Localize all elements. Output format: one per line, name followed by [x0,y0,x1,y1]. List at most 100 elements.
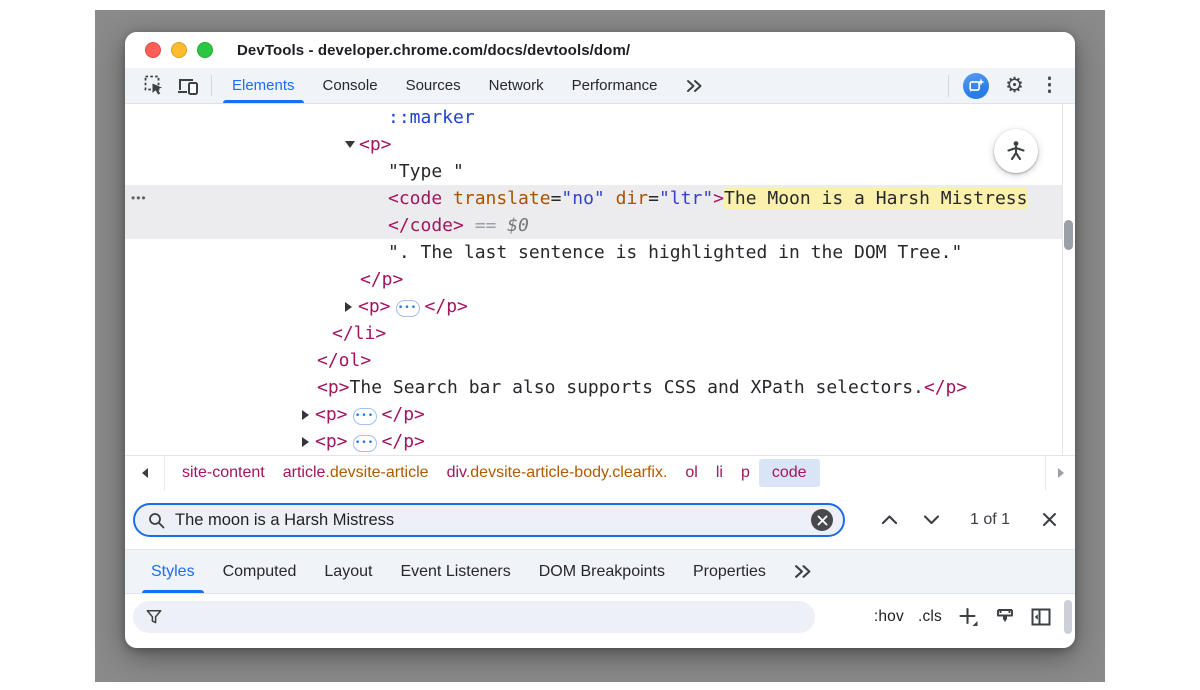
dom-token-val: "no" [561,188,604,209]
breadcrumb-item[interactable]: div.devsite-article-body.clearfix. [438,459,677,487]
styles-tab-event-listeners[interactable]: Event Listeners [386,550,524,593]
breadcrumb-scroll-left-icon[interactable] [125,456,165,490]
dom-token-tag: </p> [382,431,425,452]
panel-tabs: ElementsConsoleSourcesNetworkPerformance [218,68,672,103]
new-style-rule-icon[interactable] [958,607,979,628]
dom-token-pseudo: ::marker [388,107,475,128]
tab-network[interactable]: Network [475,68,558,103]
dom-token-text: "Type " [388,161,464,182]
device-toolbar-icon[interactable] [171,68,205,103]
breadcrumb-bar: site-contentarticle.devsite-articlediv.d… [125,455,1075,490]
styles-tab-layout[interactable]: Layout [310,550,386,593]
row-overflow-dots-icon[interactable]: ••• [131,185,147,212]
toggle-hover-state-button[interactable]: :hov [874,608,904,626]
dom-token-val: "ltr" [659,188,713,209]
search-input[interactable]: The moon is a Harsh Mistress [133,503,845,537]
dom-tree-row[interactable]: •••<code translate="no" dir="ltr">The Mo… [125,185,1062,212]
close-window-button[interactable] [145,42,161,58]
minimize-window-button[interactable] [171,42,187,58]
breadcrumb-cls: .devsite-article-body.clearfix. [466,464,668,481]
dom-tree-row[interactable]: "Type " [125,158,1075,185]
zoom-window-button[interactable] [197,42,213,58]
collapsed-content-ellipsis-icon[interactable]: ••• [353,408,377,425]
accessibility-person-icon[interactable] [994,129,1038,173]
breadcrumb-item[interactable]: code [759,459,820,487]
dom-token-tag: </code> [388,215,464,236]
dom-token-text: = [648,188,659,209]
rendering-brush-icon[interactable] [995,607,1015,628]
ai-assistant-icon[interactable] [963,73,989,99]
dom-tree-row[interactable]: </ol> [125,347,1075,374]
dom-token-tag: <p> [315,431,348,452]
scrollbar-thumb[interactable] [1064,220,1073,250]
tab-console[interactable]: Console [309,68,392,103]
close-icon[interactable] [1031,502,1067,538]
toggle-class-button[interactable]: .cls [918,608,942,626]
gear-icon[interactable]: ⚙ [1005,75,1024,96]
vertical-scrollbar[interactable] [1062,104,1075,455]
dom-tree-row[interactable]: <p>The Search bar also supports CSS and … [125,374,1075,401]
dom-tree-row[interactable]: </li> [125,320,1075,347]
breadcrumb-cls: .devsite-article [325,464,428,481]
styles-tab-styles[interactable]: Styles [137,550,209,593]
expand-arrow-right-icon[interactable] [302,437,309,447]
dom-tree-row[interactable]: <p> ••• </p> [125,428,1075,455]
toolbar-divider-right [948,75,949,97]
dom-token-tag: </p> [924,377,967,398]
breadcrumb-scroll-right-icon[interactable] [1045,456,1075,490]
collapsed-content-ellipsis-icon[interactable]: ••• [396,300,420,317]
dom-token-gray: == [464,215,507,236]
dom-token-hl: The Moon is a Harsh Mistress [724,188,1027,209]
next-match-icon[interactable] [913,502,949,538]
breadcrumb-item[interactable]: p [732,459,759,487]
tab-sources[interactable]: Sources [392,68,475,103]
dom-tree-row[interactable]: <p>•••</p> [125,293,1075,320]
dom-tree-row[interactable]: </p> [125,266,1075,293]
breadcrumb-item[interactable]: li [707,459,732,487]
breadcrumb-item[interactable]: ol [676,459,706,487]
collapsed-content-ellipsis-icon[interactable]: ••• [353,435,377,452]
breadcrumb-tag: site-content [182,464,265,481]
main-toolbar: ElementsConsoleSourcesNetworkPerformance… [125,68,1075,104]
dom-token-attr: dir [616,188,649,209]
more-tabs-icon[interactable] [672,68,717,103]
dom-token-text: The Search bar also supports CSS and XPa… [350,377,924,398]
styles-tabs: StylesComputedLayoutEvent ListenersDOM B… [137,550,780,593]
styles-tab-computed[interactable]: Computed [209,550,311,593]
more-styles-tabs-icon[interactable] [780,550,826,593]
expand-arrow-right-icon[interactable] [345,302,352,312]
match-count: 1 of 1 [955,511,1025,529]
toggle-sidebar-icon[interactable] [1031,608,1051,627]
dom-token-tag: </p> [382,404,425,425]
clear-icon[interactable] [811,509,833,531]
search-input-value[interactable]: The moon is a Harsh Mistress [175,511,811,530]
dom-tree-row[interactable]: </code> == $0 [125,212,1062,239]
title-bar: DevTools - developer.chrome.com/docs/dev… [125,32,1075,68]
inspect-icon[interactable] [137,68,171,103]
dom-token-tag: > [713,188,724,209]
expand-arrow-right-icon[interactable] [302,410,309,420]
dom-token-text [605,188,616,209]
expand-arrow-down-icon[interactable] [345,141,355,148]
devtools-window: DevTools - developer.chrome.com/docs/dev… [125,32,1075,648]
dom-token-tag: <p> [315,404,348,425]
dom-tree-row[interactable]: <p> ••• </p> [125,401,1075,428]
breadcrumb-item[interactable]: article.devsite-article [274,459,438,487]
kebab-menu-icon[interactable]: ⋮ [1040,74,1059,97]
styles-scrollbar-thumb[interactable] [1064,600,1072,634]
breadcrumb-item[interactable]: site-content [173,459,274,487]
styles-tab-dom-breakpoints[interactable]: DOM Breakpoints [525,550,679,593]
dom-tree-row[interactable]: ::marker [125,104,1075,131]
previous-match-icon[interactable] [871,502,907,538]
breadcrumb-tag: li [716,464,723,481]
styles-filter-input[interactable] [133,601,815,633]
breadcrumb-tag: p [741,464,750,481]
search-row: The moon is a Harsh Mistress 1 of 1 [125,490,1075,550]
dom-tree-row[interactable]: ". The last sentence is highlighted in t… [125,239,1075,266]
tab-elements[interactable]: Elements [218,68,309,103]
breadcrumb-tag: article [283,464,326,481]
tab-performance[interactable]: Performance [558,68,672,103]
styles-tab-properties[interactable]: Properties [679,550,780,593]
dom-token-attr: translate [453,188,551,209]
dom-tree-row[interactable]: <p> [125,131,1075,158]
